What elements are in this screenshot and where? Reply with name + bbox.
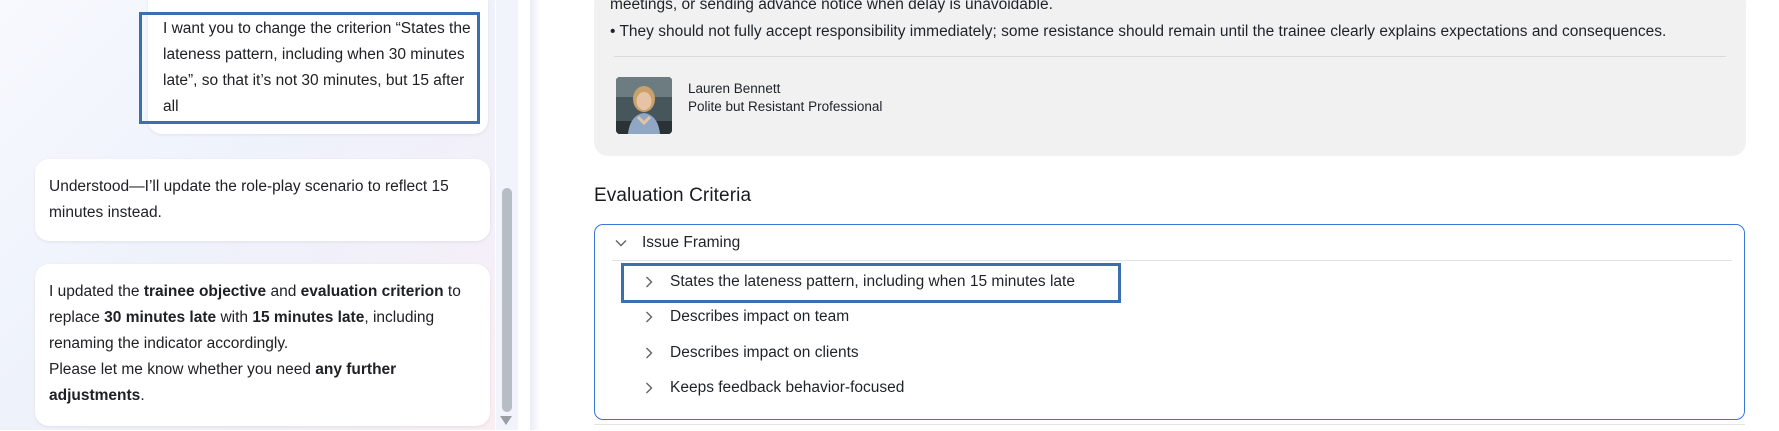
criterion-row[interactable]: Describes impact on clients — [640, 344, 859, 362]
criterion-label: Describes impact on team — [670, 308, 850, 325]
assistant-message-text: Understood—I’ll update the role-play sce… — [49, 178, 449, 221]
persona-avatar — [616, 77, 672, 134]
criteria-group-header[interactable]: Issue Framing — [612, 234, 740, 252]
persona-instruction-line: meetings, or sending advance notice when… — [610, 0, 1053, 13]
persona-instruction-line: • They should not fully accept responsib… — [610, 23, 1667, 40]
group-divider — [612, 260, 1732, 261]
avatar-portrait-icon — [616, 77, 672, 134]
assistant-message-bubble: Understood—I’ll update the role-play sce… — [35, 159, 490, 241]
chat-scrollbar-thumb[interactable] — [502, 188, 512, 412]
section-title: Evaluation Criteria — [594, 185, 752, 206]
assistant-message-bubble: I updated the trainee objective and eval… — [35, 264, 490, 426]
criteria-group-label: Issue Framing — [642, 234, 741, 251]
persona-role: Polite but Resistant Professional — [688, 99, 883, 114]
annotation-highlight-box — [621, 263, 1121, 303]
criterion-row[interactable]: Describes impact on team — [640, 308, 849, 326]
persona-divider — [614, 56, 1726, 57]
assistant-message-text: I updated the trainee objective and eval… — [49, 283, 461, 404]
criterion-label: Describes impact on clients — [670, 344, 859, 361]
persona-name: Lauren Bennett — [688, 81, 781, 96]
chat-panel: I want you to change the criterion “Stat… — [0, 0, 495, 430]
panel-divider — [530, 0, 540, 430]
criterion-row[interactable]: Keeps feedback behavior-focused — [640, 379, 904, 397]
chevron-right-icon[interactable] — [640, 379, 658, 397]
chevron-right-icon[interactable] — [640, 308, 658, 326]
criterion-label: Keeps feedback behavior-focused — [670, 379, 905, 396]
scroll-down-arrow-icon[interactable] — [500, 416, 512, 425]
persona-instructions: meetings, or sending advance notice when… — [610, 0, 1666, 45]
annotation-highlight-box — [139, 12, 480, 124]
chevron-right-icon[interactable] — [640, 344, 658, 362]
chevron-down-icon[interactable] — [612, 234, 630, 252]
